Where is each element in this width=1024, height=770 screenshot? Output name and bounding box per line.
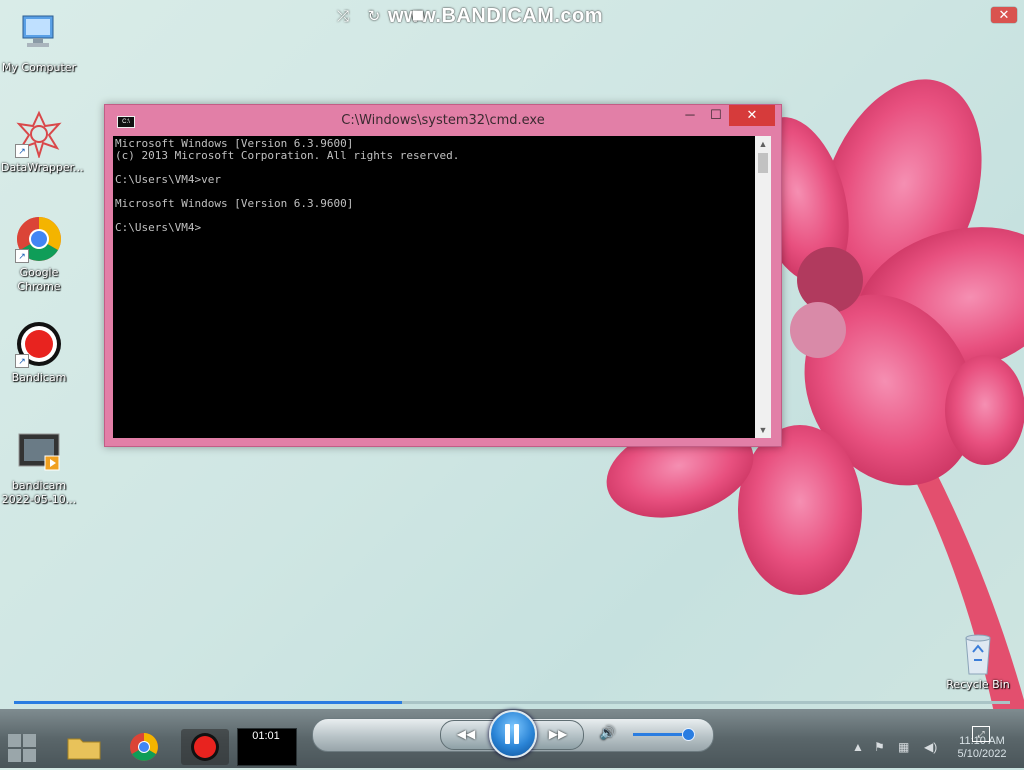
desktop-icon-chrome[interactable]: ↗ Google Chrome (1, 215, 77, 294)
player-seek-bar[interactable] (14, 701, 1010, 704)
folder-icon (67, 738, 101, 760)
minimize-button[interactable]: ─ (677, 105, 703, 126)
volume-icon[interactable]: 🔊 (597, 718, 619, 750)
shuffle-icon[interactable]: ⤮ (330, 0, 356, 32)
chrome-icon: ↗ (15, 215, 63, 263)
desktop-icon-datawrapper[interactable]: ↗ DataWrapper... (1, 110, 84, 175)
shortcut-arrow-icon: ↗ (15, 354, 29, 368)
close-button[interactable]: ✕ (729, 105, 775, 126)
pause-button[interactable] (489, 710, 537, 758)
stop-button[interactable]: ■ (405, 0, 431, 32)
desktop-icon-label: My Computer (1, 61, 77, 74)
maximize-button[interactable]: ☐ (703, 105, 729, 126)
shortcut-arrow-icon: ↗ (15, 249, 29, 263)
video-file-icon (15, 428, 63, 476)
desktop-icon-label: Recycle Bin (946, 678, 1010, 691)
next-button[interactable]: ▶▶ (540, 718, 576, 750)
tray-speaker-icon[interactable]: ◀) (924, 740, 937, 756)
clock-date: 5/10/2022 (957, 748, 1007, 760)
desktop-icon-label: Google Chrome (17, 266, 61, 293)
scroll-thumb[interactable] (758, 153, 768, 173)
desktop-icon-bandicam[interactable]: ↗ Bandicam (1, 320, 77, 385)
taskbar-chrome[interactable] (120, 729, 168, 765)
shortcut-arrow-icon: ↗ (15, 144, 29, 158)
desktop-icon-label: DataWrapper... (1, 161, 84, 174)
previous-button[interactable]: ◀◀ (448, 718, 484, 750)
desktop-icon-recycle-bin[interactable]: Recycle Bin (940, 630, 1016, 691)
windows-logo-icon (8, 734, 21, 747)
cmd-titlebar[interactable]: C:\ C:\Windows\system32\cmd.exe ─ ☐ ✕ (105, 105, 781, 135)
console-output-area[interactable]: Microsoft Windows [Version 6.3.9600] (c)… (113, 136, 755, 438)
console-text: Microsoft Windows [Version 6.3.9600] (c)… (115, 137, 460, 234)
computer-icon (15, 10, 63, 58)
cmd-window[interactable]: C:\ C:\Windows\system32\cmd.exe ─ ☐ ✕ Mi… (104, 104, 782, 447)
tray-arrow-icon[interactable]: ▲ (852, 740, 864, 756)
fullscreen-icon[interactable]: ⤢ (972, 726, 990, 742)
pause-icon (514, 724, 519, 744)
watermark-close-button[interactable]: ✕ (991, 7, 1017, 23)
tray-flag-icon[interactable]: ⚑ (874, 740, 885, 756)
desktop-icon-my-computer[interactable]: My Computer (1, 10, 77, 75)
player-seek-progress (14, 701, 403, 704)
desktop-icon-label: Bandicam (11, 371, 67, 384)
taskbar-file-explorer[interactable] (60, 729, 108, 765)
pause-icon (505, 724, 510, 744)
scroll-down-arrow-icon[interactable]: ▼ (755, 422, 771, 438)
scroll-up-arrow-icon[interactable]: ▲ (755, 136, 771, 152)
windows-logo-icon (23, 734, 36, 747)
windows-logo-icon (23, 749, 36, 762)
desktop-icon-video-file[interactable]: bandicam 2022-05-10... (1, 428, 77, 507)
windows-logo-icon (8, 749, 21, 762)
chrome-icon (130, 733, 158, 761)
desktop-icon-label: bandicam 2022-05-10... (1, 479, 77, 506)
bandicam-icon: ↗ (15, 320, 63, 368)
bandicam-icon (191, 733, 219, 761)
playback-time: 01:01 (252, 730, 280, 742)
start-button[interactable] (8, 734, 38, 762)
vertical-scrollbar[interactable]: ▲ ▼ (755, 136, 771, 438)
tray-network-icon[interactable]: ▦ (898, 740, 909, 756)
taskbar-bandicam[interactable] (181, 729, 229, 765)
app-shortcut-icon: ↗ (15, 110, 63, 160)
recycle-bin-icon (954, 630, 1002, 678)
repeat-icon[interactable]: ↻ (361, 0, 387, 32)
